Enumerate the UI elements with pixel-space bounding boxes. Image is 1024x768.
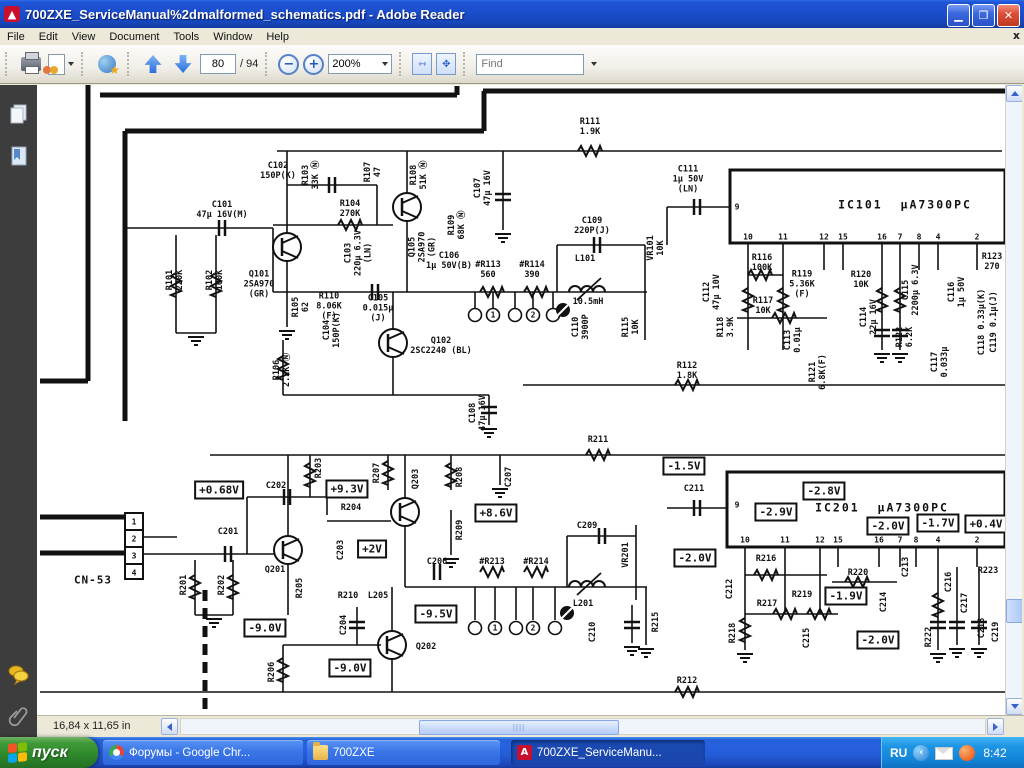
pdf-page-canvas[interactable]: R111 1.9KC107 47µ 16VC102 150P(K)C101 47… xyxy=(37,85,1005,715)
send-file-icon xyxy=(48,54,65,75)
taskbar-clock[interactable]: 8:42 xyxy=(983,746,1006,760)
schematic-drawing xyxy=(37,85,1005,715)
zoom-out-button[interactable]: − xyxy=(278,54,299,75)
page-size-label: 16,84 x 11,65 in xyxy=(47,719,136,733)
printer-icon xyxy=(21,57,41,71)
toolbar-grip xyxy=(265,52,271,76)
menu-item-file[interactable]: File xyxy=(0,30,32,44)
menu-item-tools[interactable]: Tools xyxy=(167,30,207,44)
menu-item-view[interactable]: View xyxy=(65,30,103,44)
fit-page-button[interactable]: ✥ xyxy=(436,53,456,75)
folder-icon xyxy=(313,745,328,760)
toolbar-grip xyxy=(81,52,87,76)
chevron-down-icon xyxy=(68,62,74,66)
windows-flag-icon xyxy=(8,741,28,763)
scroll-right-button[interactable] xyxy=(987,718,1004,735)
email-button[interactable] xyxy=(48,51,74,77)
minimize-button[interactable]: ▁ xyxy=(947,4,970,27)
horizontal-scroll-thumb[interactable]: |||| xyxy=(419,720,619,735)
zoom-level-select[interactable]: 200% xyxy=(328,54,392,74)
previous-page-button[interactable] xyxy=(140,51,166,77)
chrome-icon xyxy=(109,745,124,760)
chevron-down-icon xyxy=(382,62,388,66)
arrow-down-icon xyxy=(175,55,192,73)
arrow-left-icon xyxy=(167,723,172,731)
app-tray-icon[interactable] xyxy=(959,745,975,761)
page-number-input[interactable] xyxy=(200,54,236,74)
scroll-down-button[interactable] xyxy=(1006,698,1023,715)
document-close-button[interactable]: x xyxy=(1013,29,1020,42)
menu-item-help[interactable]: Help xyxy=(259,30,296,44)
arrow-right-icon xyxy=(993,723,998,731)
navigation-pane xyxy=(0,85,37,737)
menu-item-document[interactable]: Document xyxy=(102,30,166,44)
task-button-1[interactable]: Форумы - Google Chr... xyxy=(103,740,303,765)
start-button[interactable]: пуск xyxy=(0,737,98,768)
scroll-up-button[interactable] xyxy=(1006,85,1023,102)
taskbar: пуск Форумы - Google Chr... 700ZXE A 700ZXE… xyxy=(0,737,1024,768)
pdf-icon: A xyxy=(517,745,532,760)
next-page-button[interactable] xyxy=(170,51,196,77)
bookmarks-panel-icon[interactable] xyxy=(8,145,30,167)
arrow-up-icon xyxy=(145,55,162,73)
globe-icon xyxy=(98,55,116,73)
hide-icons-chevron-icon[interactable]: ‹ xyxy=(913,745,929,761)
zoom-level-value: 200% xyxy=(332,58,360,70)
adobe-reader-icon: ▲ xyxy=(4,6,20,22)
toolbar: / 94 − + 200% ⇿ ✥ xyxy=(0,45,1024,84)
comments-panel-icon[interactable] xyxy=(8,663,30,685)
close-button[interactable]: ✕ xyxy=(997,4,1020,27)
scroll-left-button[interactable] xyxy=(161,718,178,735)
menubar: FileEditViewDocumentToolsWindowHelp xyxy=(0,28,1024,46)
chevron-down-icon xyxy=(591,62,597,66)
toolbar-grip xyxy=(5,52,11,76)
window-title: 700ZXE_ServiceManual%2dmalformed_schemat… xyxy=(25,7,465,22)
menu-item-window[interactable]: Window xyxy=(206,30,259,44)
arrow-down-icon xyxy=(1011,704,1019,709)
horizontal-scrollbar[interactable]: |||| xyxy=(180,718,986,735)
find-input[interactable] xyxy=(476,54,584,75)
toolbar-grip xyxy=(463,52,469,76)
status-bar: 16,84 x 11,65 in |||| xyxy=(37,715,1024,738)
language-indicator[interactable]: RU xyxy=(890,746,907,760)
scrolling-mode-button[interactable]: ⇿ xyxy=(412,53,432,75)
arrow-up-icon xyxy=(1011,91,1019,96)
task-button-3[interactable]: A 700ZXE_ServiceManu... xyxy=(511,740,705,765)
pages-panel-icon[interactable] xyxy=(8,103,30,125)
zoom-in-button[interactable]: + xyxy=(303,54,324,75)
window-titlebar[interactable]: ▲ 700ZXE_ServiceManual%2dmalformed_schem… xyxy=(0,0,1024,28)
task-label: Форумы - Google Chr... xyxy=(129,747,250,759)
system-tray: RU ‹ 8:42 xyxy=(881,737,1024,768)
vertical-scroll-thumb[interactable] xyxy=(1006,599,1023,623)
task-label: 700ZXE xyxy=(333,747,375,759)
attachments-panel-icon[interactable] xyxy=(8,705,30,727)
create-pdf-online-button[interactable] xyxy=(94,51,120,77)
print-button[interactable] xyxy=(18,51,44,77)
menu-item-edit[interactable]: Edit xyxy=(32,30,65,44)
toolbar-grip xyxy=(399,52,405,76)
maximize-button[interactable]: ❐ xyxy=(972,4,995,27)
mail-tray-icon[interactable] xyxy=(935,747,953,760)
start-label: пуск xyxy=(32,744,68,762)
toolbar-grip xyxy=(127,52,133,76)
task-button-2[interactable]: 700ZXE xyxy=(307,740,500,765)
task-label: 700ZXE_ServiceManu... xyxy=(537,747,662,759)
page-total-label: / 94 xyxy=(240,58,258,70)
